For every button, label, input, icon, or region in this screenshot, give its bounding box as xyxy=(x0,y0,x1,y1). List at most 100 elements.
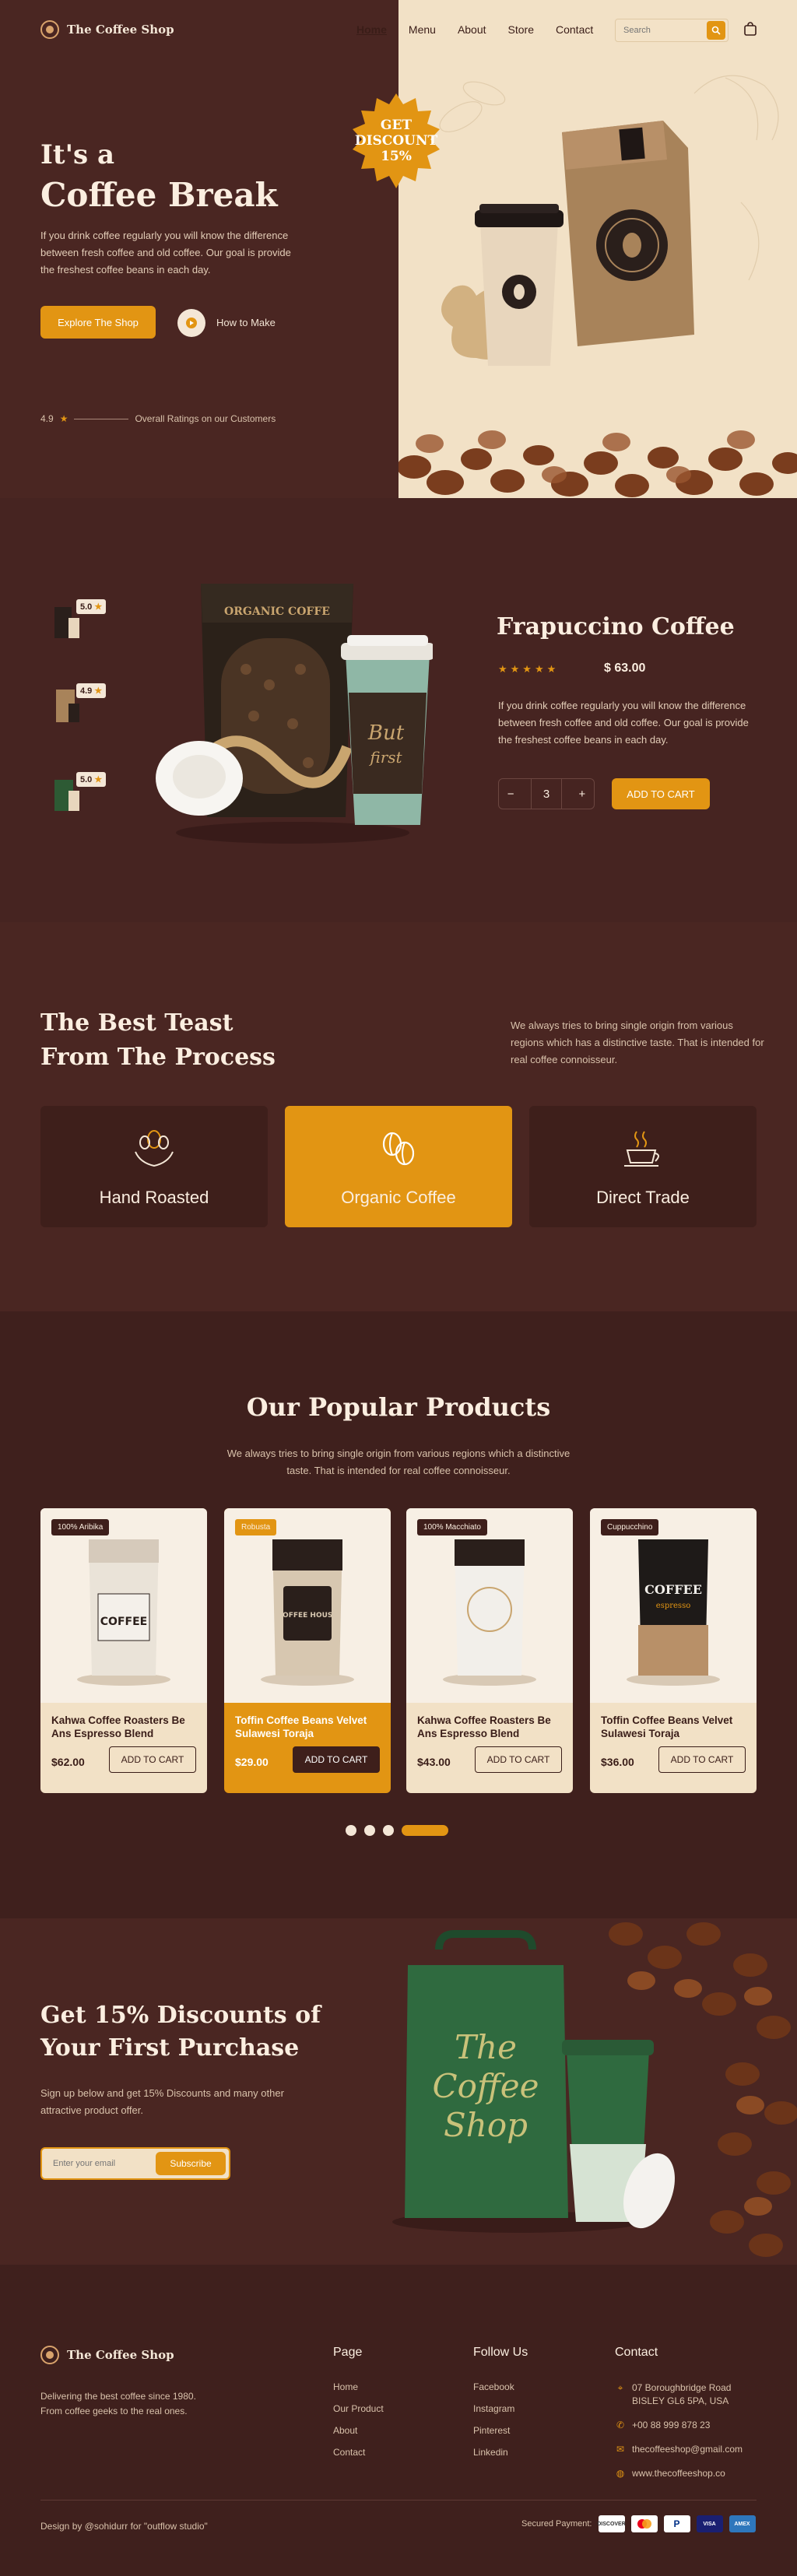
discount-title: Get 15% Discounts of Your First Purchase xyxy=(40,2002,321,2062)
increase-button[interactable]: + xyxy=(578,788,585,801)
footer-contact-column: Contact ⌖ 07 Boroughbridge Road BISLEY GL… xyxy=(615,2346,763,2491)
rating-value: 4.9 xyxy=(40,413,54,424)
footer-brand[interactable]: The Coffee Shop xyxy=(40,2346,174,2364)
add-to-cart-button[interactable]: ADD TO CART xyxy=(293,1746,380,1773)
search-box xyxy=(615,19,729,42)
process-card-direct-trade[interactable]: Direct Trade xyxy=(529,1106,757,1227)
carousel-dot[interactable] xyxy=(383,1825,394,1836)
thumbnail-3[interactable]: 5.0 ★ xyxy=(51,772,121,826)
product-name[interactable]: Kahwa Coffee Roasters Be Ans Espresso Bl… xyxy=(51,1714,199,1740)
carousel-dot[interactable] xyxy=(346,1825,356,1836)
svg-text:COFFEE: COFFEE xyxy=(100,1616,147,1628)
add-to-cart-button[interactable]: ADD TO CART xyxy=(109,1746,196,1773)
product-card[interactable]: COFFEE 100% Aribika Kahwa Coffee Roaster… xyxy=(40,1508,207,1793)
play-button[interactable] xyxy=(177,309,205,337)
add-to-cart-button[interactable]: ADD TO CART xyxy=(612,778,710,809)
discover-card-icon: DISCOVER xyxy=(597,2515,626,2532)
footer-link-instagram[interactable]: Instagram xyxy=(473,2403,528,2414)
badge-line2: DISCOUNT xyxy=(354,133,438,149)
svg-text:espresso: espresso xyxy=(656,1602,690,1610)
contact-email[interactable]: ✉ thecoffeeshop@gmail.com xyxy=(615,2443,763,2456)
thumb-rating: 4.9 ★ xyxy=(76,683,107,698)
carousel-pagination xyxy=(346,1825,448,1836)
hero-description: If you drink coffee regularly you will k… xyxy=(40,230,291,275)
product-tag: Cuppucchino xyxy=(601,1519,659,1535)
footer-link-our-product[interactable]: Our Product xyxy=(333,2403,384,2414)
nav-about[interactable]: About xyxy=(458,23,486,36)
explore-shop-button[interactable]: Explore The Shop xyxy=(40,306,156,339)
process-card-organic-coffee[interactable]: Organic Coffee xyxy=(285,1106,512,1227)
product-price: $43.00 xyxy=(417,1756,451,1768)
product-card[interactable]: COFFEE espresso Cuppucchino Toffin Coffe… xyxy=(590,1508,757,1793)
footer-link-facebook[interactable]: Facebook xyxy=(473,2381,528,2392)
visa-card-icon: VISA xyxy=(696,2515,723,2532)
svg-text:COFFEE HOUSE: COFFEE HOUSE xyxy=(277,1612,337,1620)
footer-link-contact[interactable]: Contact xyxy=(333,2447,384,2458)
nav-store[interactable]: Store xyxy=(508,23,534,36)
hand-roasted-icon xyxy=(135,1130,174,1167)
product-name[interactable]: Kahwa Coffee Roasters Be Ans Espresso Bl… xyxy=(417,1714,565,1740)
svg-text:first: first xyxy=(368,748,402,767)
product-image: COFFEE HOUSE xyxy=(224,1508,391,1703)
svg-text:Coffee: Coffee xyxy=(433,2067,539,2105)
process-card-label: Direct Trade xyxy=(596,1188,690,1207)
process-card-hand-roasted[interactable]: Hand Roasted xyxy=(40,1106,268,1227)
featured-product-image: ORGANIC COFFE But first xyxy=(156,584,433,844)
product-card[interactable]: COFFEE HOUSE Robusta Toffin Coffee Beans… xyxy=(224,1508,391,1793)
contact-website[interactable]: ◍ www.thecoffeeshop.co xyxy=(615,2467,763,2480)
nav-contact[interactable]: Contact xyxy=(556,23,593,36)
carousel-dot-active[interactable] xyxy=(402,1825,448,1836)
rating-text: Overall Ratings on our Customers xyxy=(135,413,276,424)
globe-icon: ◍ xyxy=(616,2468,625,2479)
svg-text:The: The xyxy=(455,2028,517,2066)
svg-text:COFFEE: COFFEE xyxy=(644,1582,702,1597)
footer-link-linkedin[interactable]: Linkedin xyxy=(473,2447,528,2458)
popular-title: Our Popular Products xyxy=(246,1392,551,1422)
shopping-bag-icon[interactable] xyxy=(743,22,757,36)
footer-link-pinterest[interactable]: Pinterest xyxy=(473,2425,528,2436)
svg-text:ORGANIC COFFE: ORGANIC COFFE xyxy=(224,605,330,618)
product-card[interactable]: 100% Macchiato Kahwa Coffee Roasters Be … xyxy=(406,1508,573,1793)
footer-link-about[interactable]: About xyxy=(333,2425,384,2436)
add-to-cart-button[interactable]: ADD TO CART xyxy=(475,1746,562,1773)
how-to-make-label[interactable]: How to Make xyxy=(216,317,276,328)
brand-logo[interactable]: The Coffee Shop xyxy=(40,20,174,39)
email-input[interactable] xyxy=(53,2159,146,2168)
add-to-cart-button[interactable]: ADD TO CART xyxy=(658,1746,746,1773)
thumbnail-1[interactable]: 5.0 ★ xyxy=(51,599,121,654)
product-image xyxy=(406,1508,573,1703)
hero-section: It's a Coffee Break If you drink coffee … xyxy=(0,0,797,498)
process-card-label: Organic Coffee xyxy=(341,1188,456,1207)
main-menu: Home Menu About Store Contact xyxy=(356,23,593,36)
product-name[interactable]: Toffin Coffee Beans Velvet Sulawesi Tora… xyxy=(235,1714,383,1740)
discount-description: Sign up below and get 15% Discounts and … xyxy=(40,2087,284,2116)
product-tag: 100% Aribika xyxy=(51,1519,110,1535)
logo-icon xyxy=(40,2346,59,2364)
contact-phone[interactable]: ✆ +00 88 999 878 23 xyxy=(615,2419,763,2432)
quantity-value[interactable]: 3 xyxy=(530,778,562,809)
popular-description: We always tries to bring single origin f… xyxy=(226,1448,571,1476)
product-tag: 100% Macchiato xyxy=(417,1519,487,1535)
footer-follow-column: Follow Us Facebook Instagram Pinterest L… xyxy=(473,2346,528,2469)
mail-icon: ✉ xyxy=(616,2444,625,2455)
decrease-button[interactable]: − xyxy=(507,788,514,801)
coffee-beans-icon xyxy=(382,1132,415,1166)
nav-menu[interactable]: Menu xyxy=(409,23,436,36)
product-name[interactable]: Toffin Coffee Beans Velvet Sulawesi Tora… xyxy=(601,1714,749,1740)
search-button[interactable] xyxy=(707,21,725,40)
product-image: COFFEE xyxy=(40,1508,207,1703)
mastercard-icon xyxy=(630,2515,658,2532)
svg-text:Shop: Shop xyxy=(444,2106,528,2144)
phone-icon: ✆ xyxy=(616,2420,625,2430)
nav-home[interactable]: Home xyxy=(356,23,387,36)
subscribe-button[interactable]: Subscribe xyxy=(156,2152,226,2175)
thumbnail-2[interactable]: 4.9 ★ xyxy=(51,683,121,738)
carousel-dot[interactable] xyxy=(364,1825,375,1836)
footer-page-title: Page xyxy=(333,2346,363,2359)
hero-title-line1: It's a xyxy=(40,139,115,170)
footer-link-home[interactable]: Home xyxy=(333,2381,384,2392)
discount-badge: GET DISCOUNT 15% xyxy=(349,93,444,188)
search-input[interactable] xyxy=(616,26,707,35)
svg-text:But: But xyxy=(367,721,405,745)
contact-address: ⌖ 07 Boroughbridge Road BISLEY GL6 5PA, U… xyxy=(615,2381,763,2408)
